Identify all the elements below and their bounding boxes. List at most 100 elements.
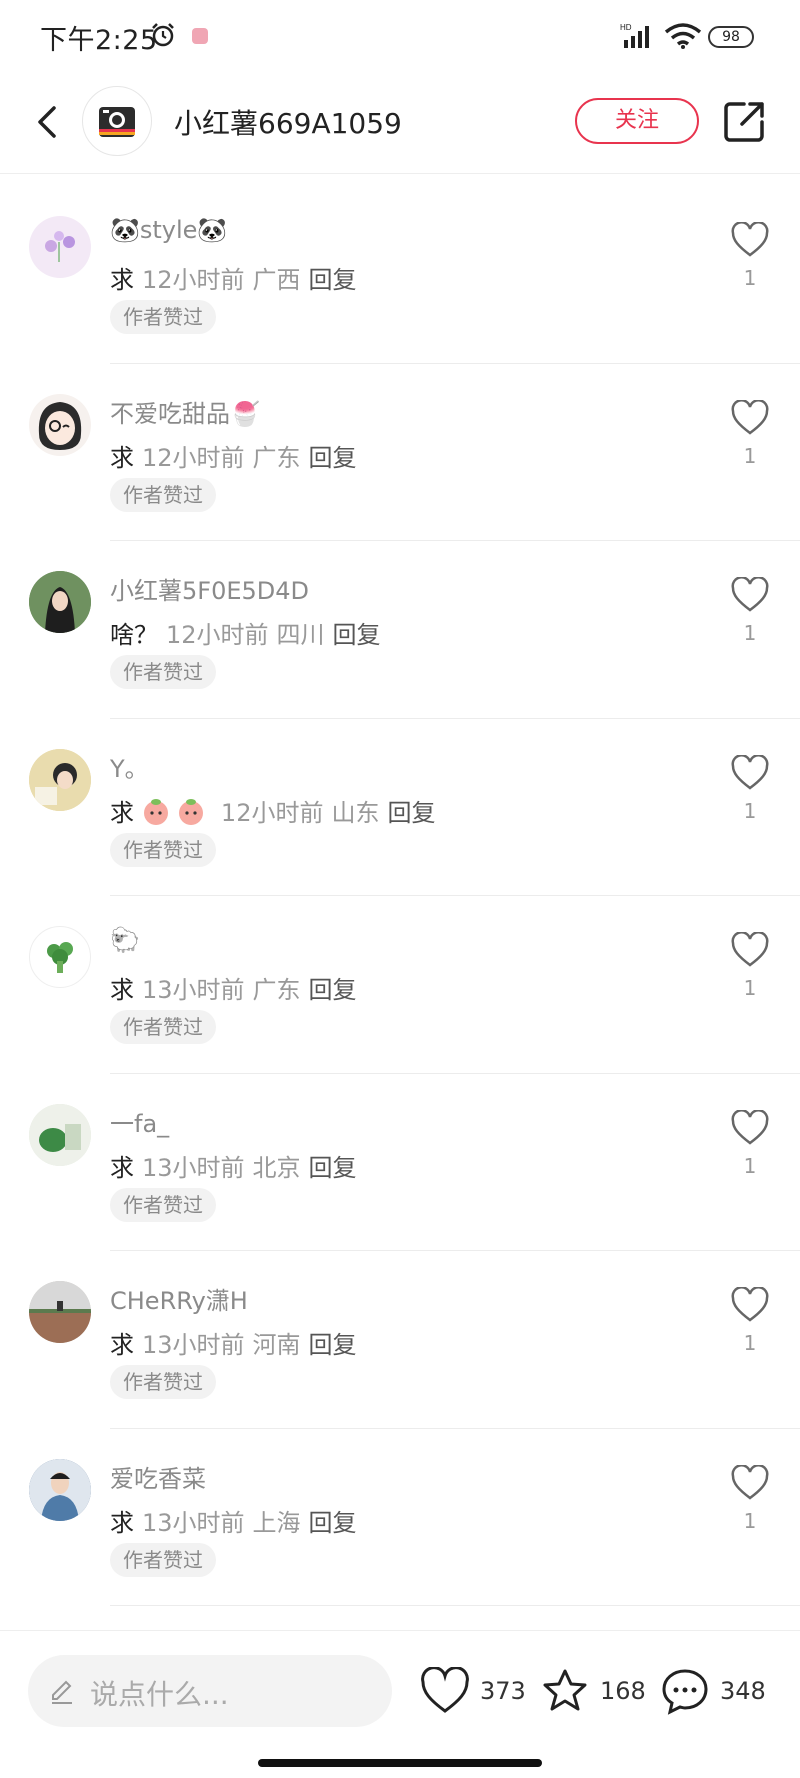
comment-text: 求 [110, 1331, 134, 1359]
comment-item[interactable]: CHeRRy潇H 求 13小时前 河南 回复 作者赞过 1 [0, 1251, 800, 1429]
comment-time: 13小时前 [142, 1153, 245, 1182]
author-liked-badge: 作者赞过 [110, 1365, 216, 1399]
like-count: 1 [743, 1153, 757, 1178]
heart-icon[interactable] [730, 1464, 770, 1501]
peach-emoji-icon [143, 798, 168, 825]
like-count: 1 [743, 798, 757, 823]
wifi-icon [664, 23, 702, 49]
comment-text: 求 [110, 1508, 134, 1537]
comment-time: 12小时前 [220, 798, 324, 827]
photo-person-icon [29, 1458, 91, 1521]
author-avatar[interactable] [82, 86, 152, 156]
comment-location: 河南 [252, 1331, 301, 1359]
heart-icon[interactable] [730, 1287, 770, 1323]
camera-icon [99, 107, 135, 137]
commenter-name[interactable]: CHeRRy潇H [110, 1281, 248, 1316]
comment-list[interactable]: 🐼style🐼 求 12小时前 广西 回复 作者赞过 1 不爱吃甜品🍧 求 12小时前广… [0, 186, 800, 1616]
comment-item[interactable]: 🐑 求 13小时前 广东 回复 作者赞过 1 [0, 896, 800, 1074]
author-liked-badge: 作者赞过 [110, 655, 216, 689]
commenter-name[interactable]: 🐼style🐼 [110, 216, 227, 244]
flower-icon [45, 231, 75, 262]
comment-item[interactable]: 🐼style🐼 求 12小时前 广西 回复 作者赞过 1 [0, 186, 800, 364]
heart-icon[interactable] [730, 754, 770, 791]
collect-count: 168 [600, 1677, 646, 1705]
author-liked-badge: 作者赞过 [110, 1187, 216, 1222]
note-header: 小红薯669A1059 关注 [0, 72, 800, 174]
commenter-avatar[interactable] [29, 571, 91, 633]
comment-location: 广东 [252, 976, 301, 1004]
reply-button[interactable]: 回复 [333, 621, 381, 649]
comment-text: 求 [110, 266, 134, 294]
comment-time: 13小时前 [142, 976, 245, 1004]
broccoli-icon [47, 942, 73, 973]
author-liked-badge: 作者赞过 [110, 832, 216, 867]
reply-button[interactable]: 回复 [309, 1331, 357, 1359]
commenter-avatar[interactable] [29, 1281, 91, 1343]
comment-item[interactable]: 小红薯5F0E5D4D 啥？ 12小时前 四川 回复 作者赞过 1 [0, 541, 800, 719]
comment-item[interactable]: 一fa_ 求 13小时前 北京 回复 作者赞过 1 [0, 1074, 800, 1252]
comment-time: 12小时前 [142, 266, 245, 294]
heart-icon[interactable] [730, 399, 770, 436]
home-indicator[interactable] [258, 1759, 542, 1767]
commenter-name[interactable]: 🐑 [110, 926, 140, 954]
landscape-photo-icon [29, 1281, 91, 1343]
commenter-avatar[interactable] [29, 1458, 91, 1521]
commenter-avatar[interactable] [29, 926, 91, 988]
commenter-name[interactable]: 爱吃香菜 [110, 1459, 206, 1494]
comment-line: 求 12小时前 广西 回复 [110, 260, 357, 295]
commenter-avatar[interactable] [29, 393, 91, 456]
commenter-name[interactable]: Y。 [110, 749, 149, 784]
comment-text: 求 [110, 976, 134, 1004]
comment-item[interactable]: Y。 求 12小时前 山东 回复 作者赞过 1 [0, 719, 800, 897]
comment-time: 13小时前 [142, 1331, 245, 1359]
heart-icon[interactable] [730, 932, 770, 968]
peach-emoji-icon [179, 798, 204, 825]
comment-text: 求 [110, 443, 134, 472]
comment-line: 求 13小时前 北京 回复 [110, 1148, 357, 1183]
photo-person-icon [29, 571, 91, 633]
comment-input[interactable]: 说点什么... [28, 1655, 392, 1727]
comment-item[interactable]: 爱吃香菜 求 13小时前 上海 回复 作者赞过 1 [0, 1429, 800, 1607]
like-count: 1 [743, 266, 757, 290]
author-liked-badge: 作者赞过 [110, 1542, 216, 1577]
reply-button[interactable]: 回复 [309, 976, 357, 1004]
signal-icon: HD [620, 23, 649, 48]
comment-time: 13小时前 [142, 1508, 245, 1537]
reply-button[interactable]: 回复 [387, 799, 435, 827]
notification-icon [192, 28, 208, 44]
heart-icon[interactable] [730, 577, 770, 613]
commenter-name[interactable]: 不爱吃甜品🍧 [110, 394, 260, 429]
comment-line: 求 12小时前 山东 回复 [110, 793, 435, 828]
comment-location: 广西 [252, 266, 301, 294]
like-count: 1 [743, 976, 757, 1000]
comment-count: 348 [720, 1677, 766, 1705]
reply-button[interactable]: 回复 [309, 1509, 357, 1537]
commenter-avatar[interactable] [29, 1103, 91, 1166]
reply-button[interactable]: 回复 [309, 266, 357, 294]
follow-button[interactable]: 关注 [575, 98, 699, 144]
commenter-name[interactable]: 一fa_ [110, 1104, 169, 1139]
comment-item[interactable]: 不爱吃甜品🍧 求 12小时前 广东 回复 作者赞过 1 [0, 364, 800, 542]
like-count: 1 [743, 443, 757, 468]
cartoon-girl-icon [38, 401, 82, 450]
heart-icon[interactable] [730, 222, 770, 258]
heart-icon[interactable] [420, 1667, 470, 1715]
comment-text: 求 [110, 798, 134, 827]
share-icon[interactable] [722, 96, 766, 144]
commenter-avatar[interactable] [29, 748, 91, 811]
author-name[interactable]: 小红薯669A1059 [174, 102, 402, 142]
comment-input-placeholder: 说点什么... [90, 1678, 229, 1711]
chat-bubble-icon[interactable] [660, 1667, 710, 1715]
comment-location: 四川 [276, 621, 325, 649]
back-arrow-icon[interactable] [22, 96, 74, 148]
star-icon[interactable] [540, 1667, 590, 1715]
heart-icon[interactable] [730, 1109, 770, 1146]
bottom-action-bar: 说点什么... 373 168 348 [0, 1630, 800, 1778]
comment-time: 12小时前 [142, 443, 245, 472]
reply-button[interactable]: 回复 [309, 1154, 357, 1182]
commenter-avatar[interactable] [29, 216, 91, 278]
commenter-name[interactable]: 小红薯5F0E5D4D [110, 571, 309, 606]
reply-button[interactable]: 回复 [309, 444, 357, 472]
comment-location: 广东 [252, 443, 301, 472]
comment-line: 啥？ 12小时前 四川 回复 [110, 615, 381, 650]
